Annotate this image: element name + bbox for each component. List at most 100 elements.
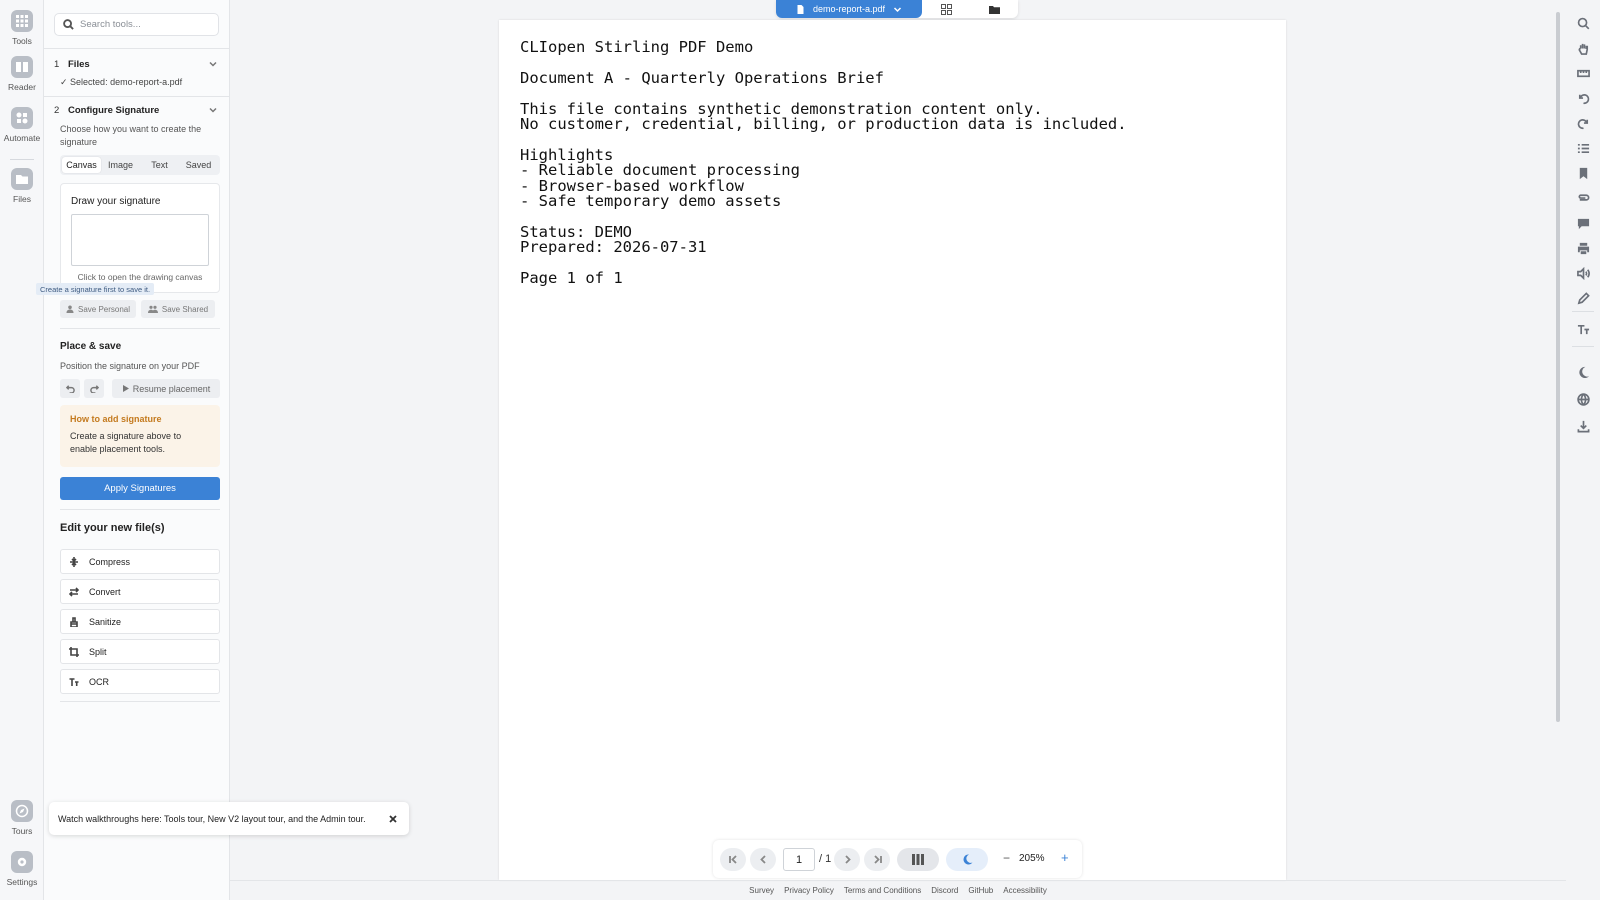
list-icon <box>1577 143 1589 153</box>
divider <box>44 96 230 97</box>
add-text-button[interactable] <box>1573 319 1593 339</box>
rail-item-settings[interactable]: Settings <box>0 851 44 887</box>
step-files[interactable]: 1 Files <box>54 59 219 70</box>
measure-button[interactable] <box>1573 63 1593 83</box>
rail-label: Automate <box>3 133 41 143</box>
save-shared-label: Save Shared <box>161 304 209 314</box>
rotate-left-button[interactable] <box>1573 88 1593 108</box>
toast-text: Watch walkthroughs here: Tools tour, New… <box>58 813 366 824</box>
edit-item-compress[interactable]: Compress <box>60 549 220 574</box>
grid-icon <box>11 10 33 32</box>
footer-link-survey[interactable]: Survey <box>749 886 774 895</box>
divider <box>1572 311 1594 312</box>
download-button[interactable] <box>1573 416 1593 436</box>
draw-button[interactable] <box>1573 288 1593 308</box>
rail-item-tools[interactable]: Tools <box>0 10 44 46</box>
tab-canvas[interactable]: Canvas <box>62 157 101 173</box>
compass-icon <box>11 800 33 822</box>
rail-label: Reader <box>8 82 36 92</box>
right-toolbar <box>1566 0 1600 900</box>
rail-divider <box>10 159 34 160</box>
edit-item-label: Compress <box>89 556 131 567</box>
page-grid-view-button[interactable] <box>922 0 970 18</box>
save-shared-button[interactable]: Save Shared <box>141 300 215 318</box>
edit-item-sanitize[interactable]: Sanitize <box>60 609 220 634</box>
tab-saved[interactable]: Saved <box>179 157 218 173</box>
divider <box>60 509 220 510</box>
footer-link-accessibility[interactable]: Accessibility <box>1003 886 1047 895</box>
edit-item-split[interactable]: Split <box>60 639 220 664</box>
edit-item-label: Sanitize <box>89 616 122 627</box>
search-button[interactable] <box>1573 13 1593 33</box>
print-button[interactable] <box>1573 238 1593 258</box>
read-aloud-button[interactable] <box>1573 263 1593 283</box>
dual-page-view-button[interactable] <box>897 848 939 871</box>
footer-link-terms[interactable]: Terms and Conditions <box>844 886 921 895</box>
zoom-out-button[interactable]: − <box>1003 851 1010 865</box>
page-number-input[interactable] <box>783 848 815 871</box>
printer-icon <box>1577 242 1589 254</box>
rail-item-reader[interactable]: Reader <box>0 56 44 92</box>
globe-icon <box>1576 392 1590 406</box>
users-icon <box>147 305 158 313</box>
pan-button[interactable] <box>1573 38 1593 58</box>
signature-type-tabs: Canvas Image Text Saved <box>60 155 220 175</box>
theme-toggle-button[interactable] <box>1573 362 1593 382</box>
previous-page-button[interactable] <box>750 848 776 871</box>
bookmark-button[interactable] <box>1573 163 1593 183</box>
rail-item-tours[interactable]: Tours <box>0 800 44 836</box>
config-description: Choose how you want to create the signat… <box>60 124 202 147</box>
comments-button[interactable] <box>1573 213 1593 233</box>
viewer-top-bar: demo-report-a.pdf <box>776 0 1018 18</box>
how-title: How to add signature <box>70 414 162 424</box>
first-page-button[interactable] <box>720 848 746 871</box>
edit-item-convert[interactable]: Convert <box>60 579 220 604</box>
step-configure-signature[interactable]: 2 Configure Signature <box>54 105 219 116</box>
rotate-right-button[interactable] <box>1573 113 1593 133</box>
text-size-icon <box>69 677 79 686</box>
how-to-add-signature-notice: How to add signature Create a signature … <box>60 405 220 467</box>
search-box <box>54 13 219 36</box>
signature-canvas[interactable] <box>71 214 209 266</box>
edit-files-title: Edit your new file(s) <box>60 522 165 534</box>
step-number: 1 <box>54 59 60 70</box>
file-selector[interactable]: demo-report-a.pdf <box>776 0 922 18</box>
place-save-description: Position the signature on your PDF <box>60 361 200 371</box>
edit-item-ocr[interactable]: OCR <box>60 669 220 694</box>
outline-button[interactable] <box>1573 138 1593 158</box>
moon-icon <box>963 854 972 865</box>
search-input[interactable] <box>80 19 210 30</box>
footer-link-discord[interactable]: Discord <box>931 886 958 895</box>
attachments-button[interactable] <box>1573 188 1593 208</box>
close-toast-button[interactable] <box>386 812 400 826</box>
file-manager-button[interactable] <box>970 0 1018 18</box>
footer-link-privacy[interactable]: Privacy Policy <box>784 886 834 895</box>
edit-item-label: OCR <box>89 676 109 687</box>
walkthrough-toast: Watch walkthroughs here: Tools tour, New… <box>49 802 409 835</box>
tab-image[interactable]: Image <box>101 157 140 173</box>
footer-link-github[interactable]: GitHub <box>968 886 993 895</box>
resume-placement-button[interactable]: Resume placement <box>112 379 220 398</box>
user-icon <box>66 305 74 313</box>
redo-button[interactable] <box>84 379 104 398</box>
tab-text[interactable]: Text <box>140 157 179 173</box>
book-icon <box>11 56 33 78</box>
speaker-icon <box>1576 266 1590 280</box>
save-personal-button[interactable]: Save Personal <box>60 300 136 318</box>
apply-signatures-button[interactable]: Apply Signatures <box>60 477 220 500</box>
undo-button[interactable] <box>60 379 80 398</box>
rail-item-files[interactable]: Files <box>0 168 44 204</box>
viewer-theme-button[interactable] <box>946 848 988 871</box>
edit-item-label: Convert <box>89 586 121 597</box>
step-title: Files <box>68 59 90 70</box>
rail-item-automate[interactable]: Automate <box>0 107 44 143</box>
language-button[interactable] <box>1573 389 1593 409</box>
next-page-button[interactable] <box>834 848 860 871</box>
play-icon <box>122 385 129 392</box>
page-total: / 1 <box>819 853 832 865</box>
last-page-button[interactable] <box>864 848 890 871</box>
close-icon <box>389 814 397 823</box>
text-size-icon <box>1577 324 1589 334</box>
viewer-scrollbar[interactable] <box>1556 12 1560 722</box>
zoom-in-button[interactable]: + <box>1061 850 1069 865</box>
